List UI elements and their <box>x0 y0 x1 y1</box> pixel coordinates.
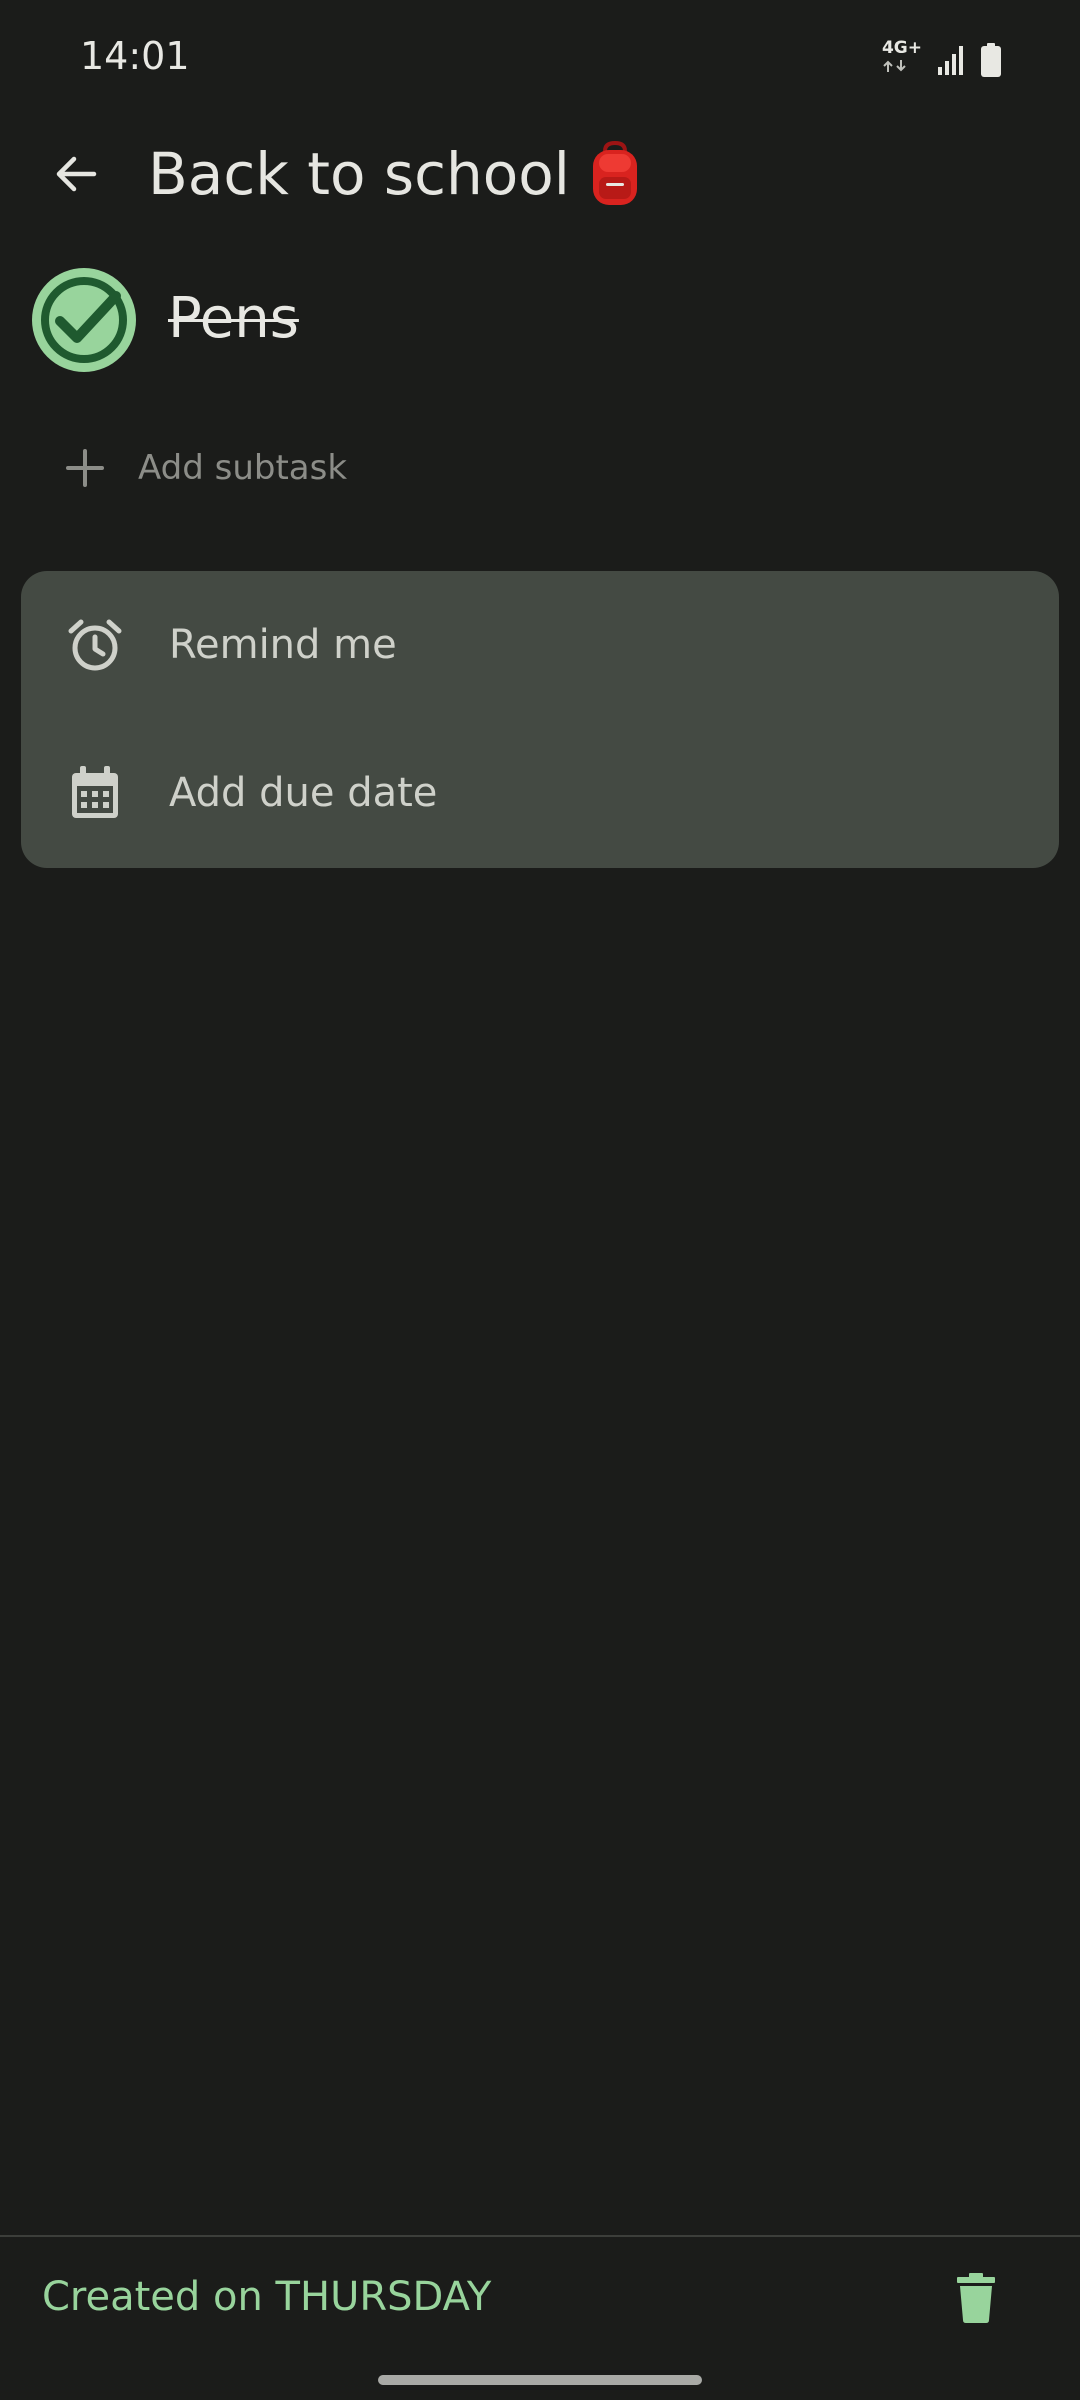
signal-icon <box>938 46 963 75</box>
delete-task-button[interactable] <box>940 2262 1012 2334</box>
network-type-label: 4G+ <box>881 37 922 58</box>
backpack-emoji-icon <box>592 141 637 205</box>
list-title-text: Back to school <box>148 140 570 208</box>
battery-icon <box>981 43 1001 77</box>
alarm-clock-icon <box>65 615 125 675</box>
remind-me-button[interactable]: Remind me <box>21 571 1059 719</box>
calendar-icon <box>65 763 125 823</box>
task-row: Pens <box>0 260 1080 380</box>
task-options-card: Remind me Add due date <box>21 571 1059 868</box>
add-due-date-label: Add due date <box>169 770 438 816</box>
plus-icon <box>40 448 130 488</box>
remind-me-label: Remind me <box>169 622 397 668</box>
back-button[interactable] <box>38 136 114 212</box>
add-due-date-button[interactable]: Add due date <box>21 719 1059 867</box>
status-bar: 14:01 4G+ <box>0 0 1080 120</box>
footer-divider <box>0 2235 1080 2237</box>
data-arrows-icon <box>883 59 906 72</box>
status-time: 14:01 <box>80 34 190 78</box>
add-subtask-button[interactable]: Add subtask <box>40 420 640 516</box>
list-title: Back to school <box>148 140 642 208</box>
task-title[interactable]: Pens <box>168 286 299 351</box>
check-circle-icon <box>32 268 136 372</box>
created-date-label: Created on THURSDAY <box>42 2274 492 2320</box>
top-app-bar: Back to school <box>0 120 1080 230</box>
status-icons: 4G+ <box>881 37 1002 80</box>
trash-icon <box>957 2273 995 2323</box>
task-complete-checkbox[interactable] <box>30 266 138 374</box>
network-activity-icon: 4G+ <box>881 37 922 73</box>
add-subtask-label: Add subtask <box>138 448 348 488</box>
arrow-back-icon <box>56 156 97 192</box>
gesture-navigation-handle[interactable] <box>378 2375 702 2385</box>
